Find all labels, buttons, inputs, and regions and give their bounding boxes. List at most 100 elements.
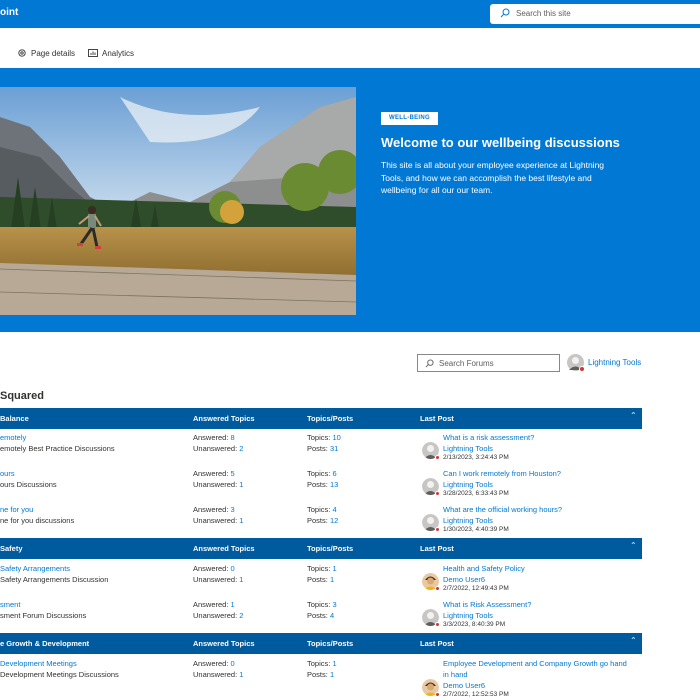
forum-title[interactable]: sment [0, 600, 20, 609]
chevron-up-icon[interactable]: ⌃ [630, 636, 637, 645]
column-topics-posts: Topics/Posts [307, 544, 354, 553]
forum-group-title: Squared [0, 390, 45, 402]
last-post-author[interactable]: Demo User6 [443, 681, 485, 690]
category-name: Safety [0, 544, 23, 553]
presence-indicator [435, 692, 440, 697]
forum-title[interactable]: emotely [0, 433, 26, 442]
presence-indicator [435, 455, 440, 460]
forum-search-placeholder: Search Forums [439, 359, 494, 368]
last-post-date: 1/30/2023, 4:40:39 PM [443, 526, 509, 533]
answered-count: Answered: 1 [193, 600, 235, 609]
last-post-title[interactable]: Can I work remotely from Houston? [443, 469, 561, 478]
unanswered-count: Unanswered: 1 [193, 480, 244, 489]
chevron-up-icon[interactable]: ⌃ [630, 411, 637, 420]
answered-count: Answered: 8 [193, 433, 235, 442]
topics-count: Topics: 6 [307, 469, 337, 478]
hero-title: Welcome to our wellbeing discussions [381, 135, 620, 150]
topics-count: Topics: 10 [307, 433, 341, 442]
app-brand[interactable]: oint [0, 7, 18, 18]
analytics-icon [88, 49, 98, 57]
last-post-author[interactable]: Lightning Tools [443, 444, 493, 453]
last-post-title[interactable]: Employee Development and Company Growth … [443, 659, 627, 668]
forum-description: Development Meetings Discussions [0, 670, 119, 679]
search-icon [425, 359, 434, 368]
last-post-author[interactable]: Lightning Tools [443, 611, 493, 620]
last-post-date: 3/28/2023, 6:33:43 PM [443, 490, 509, 497]
presence-indicator [435, 586, 440, 591]
forum-row: Development Meetings Development Meeting… [0, 656, 642, 700]
answered-count: Answered: 3 [193, 505, 235, 514]
column-last-post: Last Post [420, 414, 454, 423]
presence-indicator [435, 622, 440, 627]
forum-row: ne for you ne for you discussions Answer… [0, 502, 642, 538]
unanswered-count: Unanswered: 1 [193, 516, 244, 525]
suite-bar: oint Search this site [0, 0, 700, 28]
category-name: e Growth & Development [0, 639, 90, 648]
last-post-author[interactable]: Demo User6 [443, 575, 485, 584]
last-post-date: 2/13/2023, 3:24:43 PM [443, 454, 509, 461]
hero-banner: WELL-BEING Welcome to our wellbeing disc… [0, 68, 700, 332]
posts-count: Posts: 1 [307, 575, 335, 584]
site-search-placeholder: Search this site [516, 9, 571, 18]
posts-count: Posts: 1 [307, 670, 335, 679]
forum-title[interactable]: Development Meetings [0, 659, 77, 668]
hero-image [0, 87, 356, 315]
forum-title[interactable]: ne for you [0, 505, 33, 514]
forum-row: ours ours Discussions Answered: 5 Unansw… [0, 466, 642, 502]
forum-description: ours Discussions [0, 480, 57, 489]
last-post-title[interactable]: What are the official working hours? [443, 505, 562, 514]
column-answered-topics: Answered Topics [193, 639, 255, 648]
hero-badge: WELL-BEING [381, 112, 438, 125]
last-post-author[interactable]: Lightning Tools [443, 480, 493, 489]
last-post-date: 2/7/2022, 12:52:53 PM [443, 691, 509, 698]
posts-count: Posts: 12 [307, 516, 339, 525]
presence-indicator [435, 491, 440, 496]
command-bar: Page details Analytics [0, 28, 700, 68]
forum-description: emotely Best Practice Discussions [0, 444, 115, 453]
current-user-name: Lightning Tools [588, 358, 642, 367]
last-post-title-continued[interactable]: in hand [443, 670, 468, 679]
answered-count: Answered: 5 [193, 469, 235, 478]
last-post-title[interactable]: What is Risk Assessment? [443, 600, 531, 609]
category-name: Balance [0, 414, 29, 423]
hero-description: This site is all about your employee exp… [381, 160, 605, 195]
last-post-author[interactable]: Lightning Tools [443, 516, 493, 525]
last-post-title[interactable]: Health and Safety Policy [443, 564, 525, 573]
posts-count: Posts: 4 [307, 611, 335, 620]
unanswered-count: Unanswered: 2 [193, 611, 244, 620]
posts-count: Posts: 13 [307, 480, 339, 489]
category-header[interactable]: Balance Answered Topics Topics/Posts Las… [0, 408, 642, 429]
page-details-label: Page details [31, 49, 76, 58]
presence-indicator [435, 527, 440, 532]
category-header[interactable]: Safety Answered Topics Topics/Posts Last… [0, 538, 642, 559]
last-post-date: 2/7/2022, 12:49:43 PM [443, 585, 509, 592]
chevron-up-icon[interactable]: ⌃ [630, 541, 637, 550]
forum-row: emotely emotely Best Practice Discussion… [0, 430, 642, 466]
forum-description: ne for you discussions [0, 516, 75, 525]
answered-count: Answered: 0 [193, 659, 235, 668]
column-answered-topics: Answered Topics [193, 414, 255, 423]
analytics-label: Analytics [102, 49, 135, 58]
forum-row: Safety Arrangements Safety Arrangements … [0, 561, 642, 597]
last-post-date: 3/3/2023, 8:40:39 PM [443, 621, 506, 628]
last-post-title[interactable]: What is a risk assessment? [443, 433, 534, 442]
forum-description: sment Forum Discussions [0, 611, 87, 620]
avatar [567, 354, 584, 371]
column-topics-posts: Topics/Posts [307, 639, 354, 648]
forum-title[interactable]: Safety Arrangements [0, 564, 70, 573]
forum-search-input[interactable]: Search Forums [417, 354, 560, 372]
column-answered-topics: Answered Topics [193, 544, 255, 553]
forum-title[interactable]: ours [0, 469, 15, 478]
topics-count: Topics: 3 [307, 600, 337, 609]
unanswered-count: Unanswered: 1 [193, 670, 244, 679]
column-topics-posts: Topics/Posts [307, 414, 354, 423]
unanswered-count: Unanswered: 1 [193, 575, 244, 584]
topics-count: Topics: 4 [307, 505, 337, 514]
answered-count: Answered: 0 [193, 564, 235, 573]
topics-count: Topics: 1 [307, 659, 337, 668]
category-header[interactable]: e Growth & Development Answered Topics T… [0, 633, 642, 654]
column-last-post: Last Post [420, 544, 454, 553]
posts-count: Posts: 31 [307, 444, 339, 453]
site-search-input[interactable]: Search this site [490, 4, 700, 24]
search-icon [500, 8, 510, 18]
